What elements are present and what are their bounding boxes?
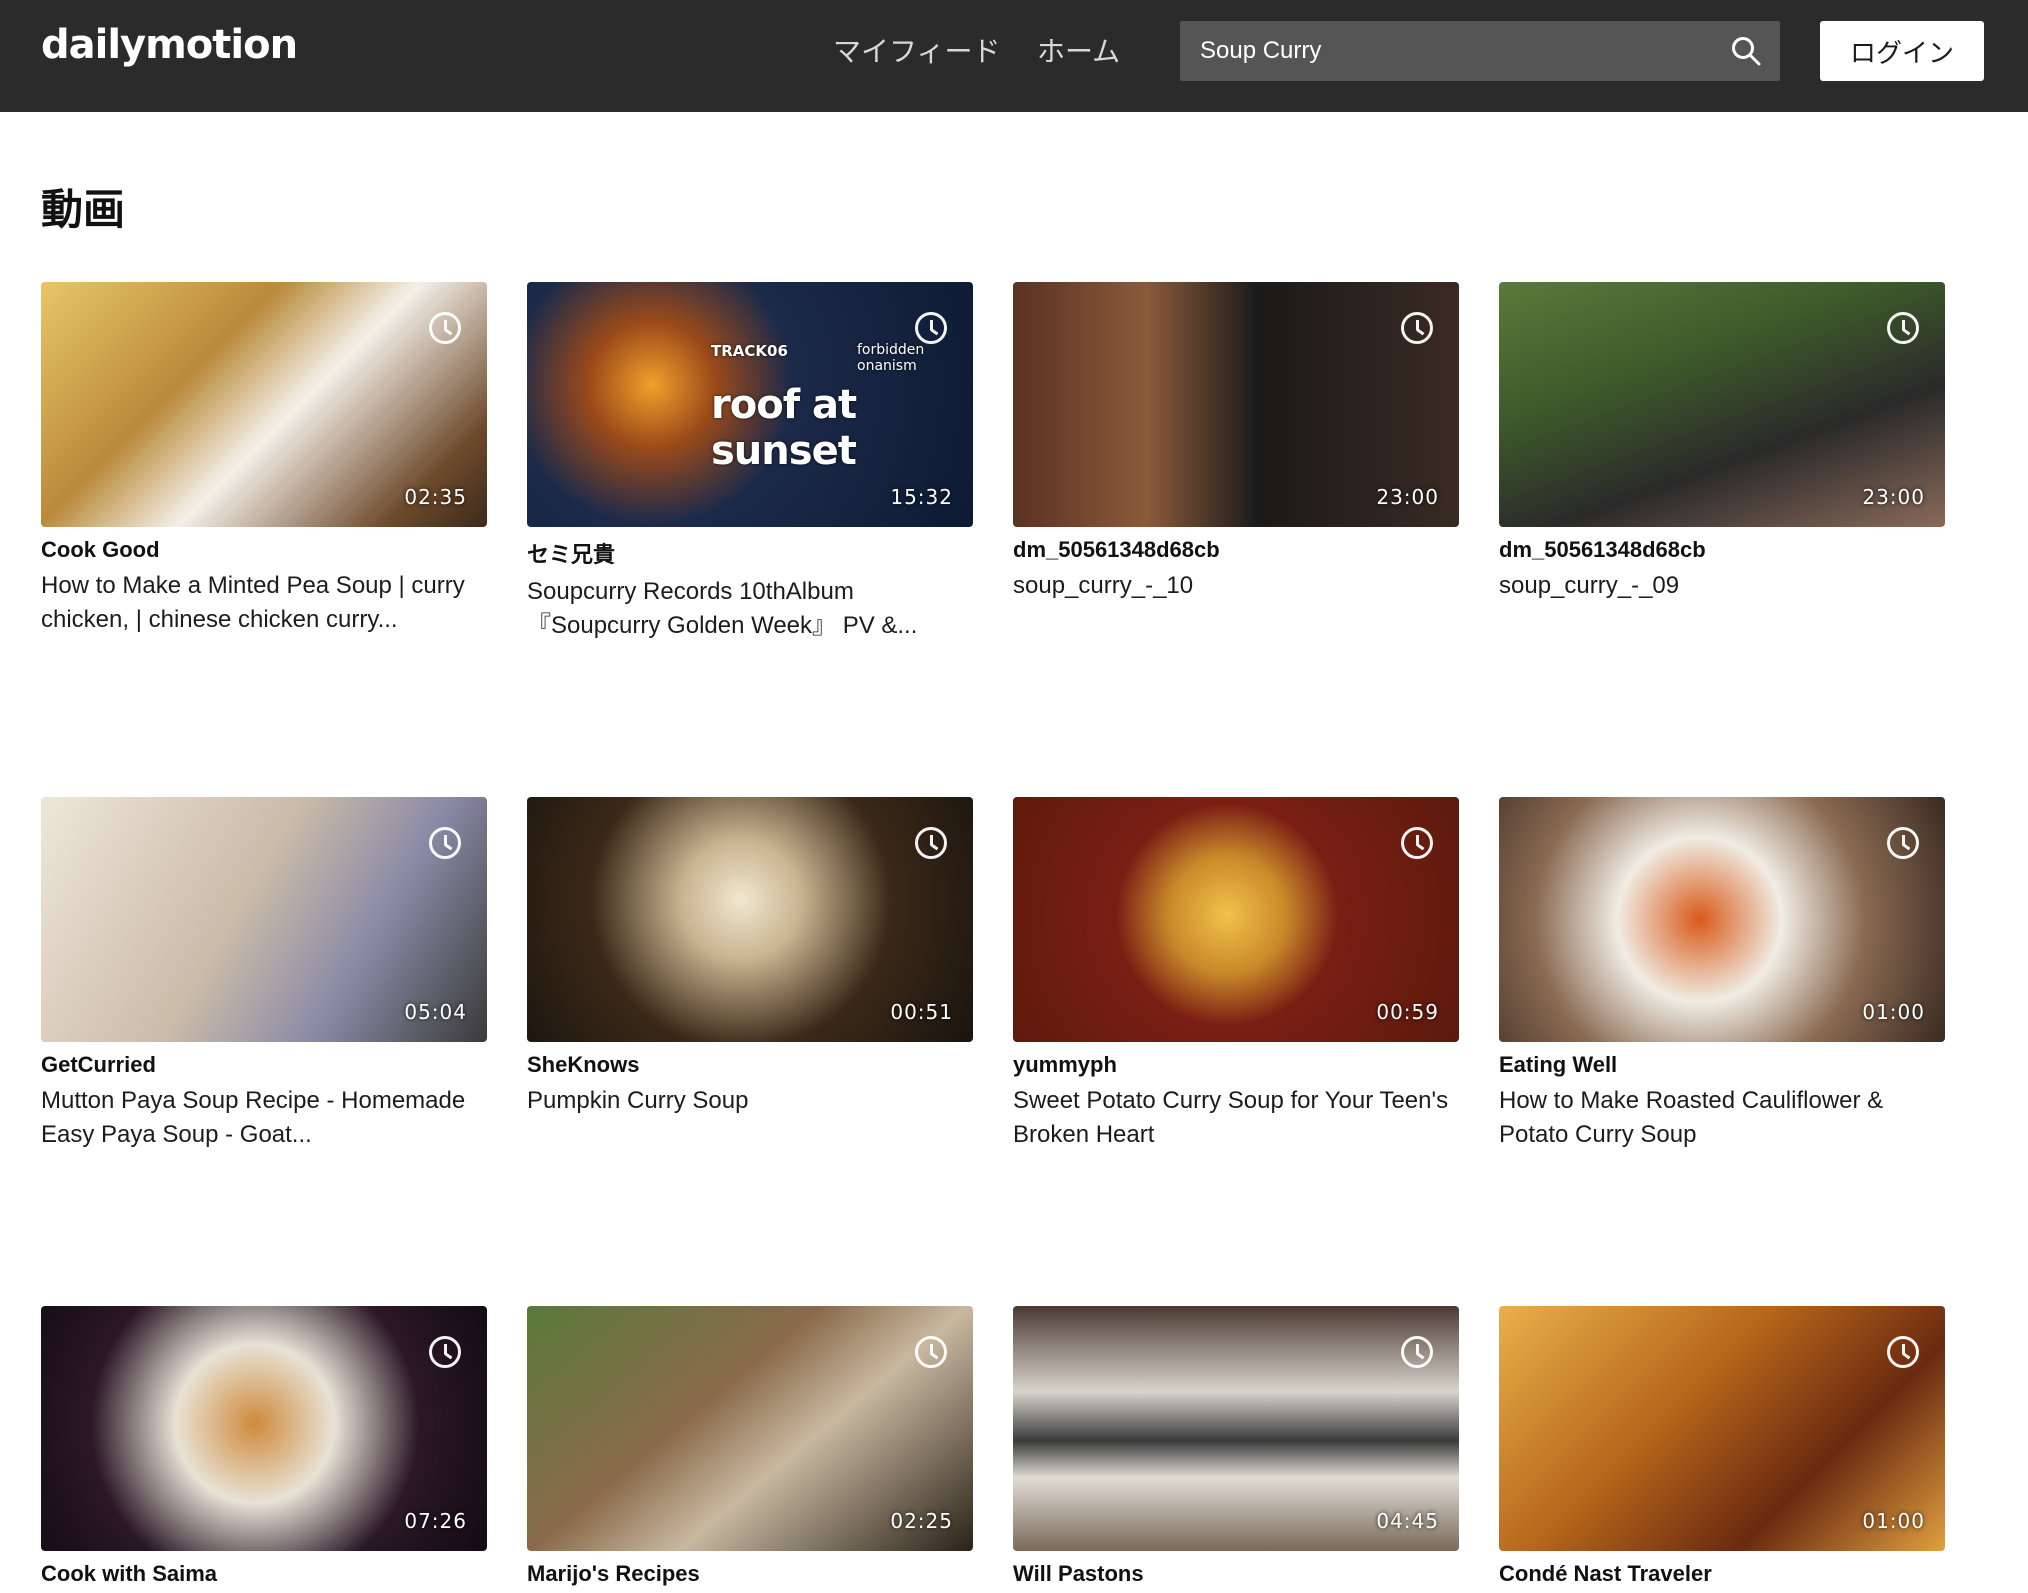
video-channel[interactable]: Marijo's Recipes [527, 1561, 973, 1587]
search-box [1180, 21, 1780, 81]
watch-later-icon[interactable] [1401, 312, 1433, 344]
video-duration: 00:59 [1376, 1000, 1439, 1024]
video-channel[interactable]: dm_50561348d68cb [1499, 537, 1945, 563]
video-title[interactable]: Mutton Paya Soup Recipe - Homemade Easy … [41, 1084, 487, 1152]
video-title[interactable]: soup_curry_-_10 [1013, 569, 1459, 603]
video-title[interactable]: Sweet Potato Curry Soup for Your Teen's … [1013, 1084, 1459, 1152]
video-title[interactable]: soup_curry_-_09 [1499, 569, 1945, 603]
video-channel[interactable]: yummyph [1013, 1052, 1459, 1078]
video-channel[interactable]: GetCurried [41, 1052, 487, 1078]
video-channel[interactable]: dm_50561348d68cb [1013, 537, 1459, 563]
video-thumbnail[interactable]: 23:00 [1013, 282, 1459, 527]
login-button[interactable]: ログイン [1820, 21, 1984, 81]
watch-later-icon[interactable] [915, 827, 947, 859]
video-thumbnail[interactable]: 04:45 [1013, 1306, 1459, 1551]
watch-later-icon[interactable] [915, 1336, 947, 1368]
video-title[interactable]: How to Make Roasted Cauliflower & Potato… [1499, 1084, 1945, 1152]
nav-home[interactable]: ホーム [1037, 30, 1120, 70]
video-card[interactable]: 04:45 Will Pastons [1013, 1306, 1459, 1593]
video-card[interactable]: 02:35 Cook Good How to Make a Minted Pea… [41, 282, 487, 643]
video-duration: 00:51 [890, 1000, 953, 1024]
video-card[interactable]: 01:00 Eating Well How to Make Roasted Ca… [1499, 797, 1945, 1152]
thumbnail-overlay-artist: forbidden onanism [857, 342, 925, 374]
video-duration: 23:00 [1376, 485, 1439, 509]
video-card[interactable]: TRACK06 forbidden onanism roof at sunset… [527, 282, 973, 643]
video-title[interactable]: How to Make a Minted Pea Soup | curry ch… [41, 569, 487, 637]
video-thumbnail[interactable]: 01:00 [1499, 1306, 1945, 1551]
dailymotion-logo[interactable]: dailymotion [41, 22, 298, 68]
watch-later-icon[interactable] [1887, 827, 1919, 859]
thumbnail-overlay-headline: roof at sunset [711, 382, 857, 474]
video-thumbnail[interactable]: 02:35 [41, 282, 487, 527]
video-thumbnail[interactable]: 05:04 [41, 797, 487, 1042]
video-duration: 05:04 [404, 1000, 467, 1024]
video-title[interactable]: Pumpkin Curry Soup [527, 1084, 973, 1118]
video-card[interactable]: 00:51 SheKnows Pumpkin Curry Soup [527, 797, 973, 1152]
top-bar: dailymotion マイフィード ホーム ログイン [0, 0, 2028, 112]
video-duration: 01:00 [1862, 1000, 1925, 1024]
section-title: 動画 [41, 185, 126, 234]
video-thumbnail[interactable]: 02:25 [527, 1306, 973, 1551]
video-card[interactable]: 01:00 Condé Nast Traveler [1499, 1306, 1945, 1593]
video-thumbnail[interactable]: 07:26 [41, 1306, 487, 1551]
watch-later-icon[interactable] [915, 312, 947, 344]
video-thumbnail[interactable]: 00:59 [1013, 797, 1459, 1042]
video-card[interactable]: 00:59 yummyph Sweet Potato Curry Soup fo… [1013, 797, 1459, 1152]
video-channel[interactable]: SheKnows [527, 1052, 973, 1078]
video-thumbnail[interactable]: 23:00 [1499, 282, 1945, 527]
video-channel[interactable]: セミ兄貴 [527, 537, 973, 569]
watch-later-icon[interactable] [429, 827, 461, 859]
video-card[interactable]: 23:00 dm_50561348d68cb soup_curry_-_10 [1013, 282, 1459, 643]
video-duration: 02:35 [404, 485, 467, 509]
watch-later-icon[interactable] [1401, 1336, 1433, 1368]
video-thumbnail[interactable]: 01:00 [1499, 797, 1945, 1042]
video-duration: 01:00 [1862, 1509, 1925, 1533]
video-grid: 02:35 Cook Good How to Make a Minted Pea… [41, 282, 1945, 1593]
video-channel[interactable]: Will Pastons [1013, 1561, 1459, 1587]
video-thumbnail[interactable]: 00:51 [527, 797, 973, 1042]
watch-later-icon[interactable] [429, 1336, 461, 1368]
video-card[interactable]: 02:25 Marijo's Recipes [527, 1306, 973, 1593]
video-channel[interactable]: Eating Well [1499, 1052, 1945, 1078]
video-duration: 23:00 [1862, 485, 1925, 509]
video-channel[interactable]: Cook Good [41, 537, 487, 563]
watch-later-icon[interactable] [429, 312, 461, 344]
video-thumbnail[interactable]: TRACK06 forbidden onanism roof at sunset… [527, 282, 973, 527]
search-input[interactable] [1180, 21, 1700, 81]
video-channel[interactable]: Cook with Saima [41, 1561, 487, 1587]
watch-later-icon[interactable] [1887, 1336, 1919, 1368]
watch-later-icon[interactable] [1401, 827, 1433, 859]
video-duration: 07:26 [404, 1509, 467, 1533]
video-channel[interactable]: Condé Nast Traveler [1499, 1561, 1945, 1587]
video-card[interactable]: 07:26 Cook with Saima [41, 1306, 487, 1593]
video-duration: 04:45 [1376, 1509, 1439, 1533]
video-card[interactable]: 05:04 GetCurried Mutton Paya Soup Recipe… [41, 797, 487, 1152]
video-duration: 02:25 [890, 1509, 953, 1533]
thumbnail-overlay-track: TRACK06 [711, 342, 788, 360]
watch-later-icon[interactable] [1887, 312, 1919, 344]
nav-my-feed[interactable]: マイフィード [833, 30, 1000, 70]
video-duration: 15:32 [890, 485, 953, 509]
search-icon[interactable] [1730, 35, 1762, 67]
video-card[interactable]: 23:00 dm_50561348d68cb soup_curry_-_09 [1499, 282, 1945, 643]
video-title[interactable]: Soupcurry Records 10thAlbum 『Soupcurry G… [527, 575, 973, 643]
